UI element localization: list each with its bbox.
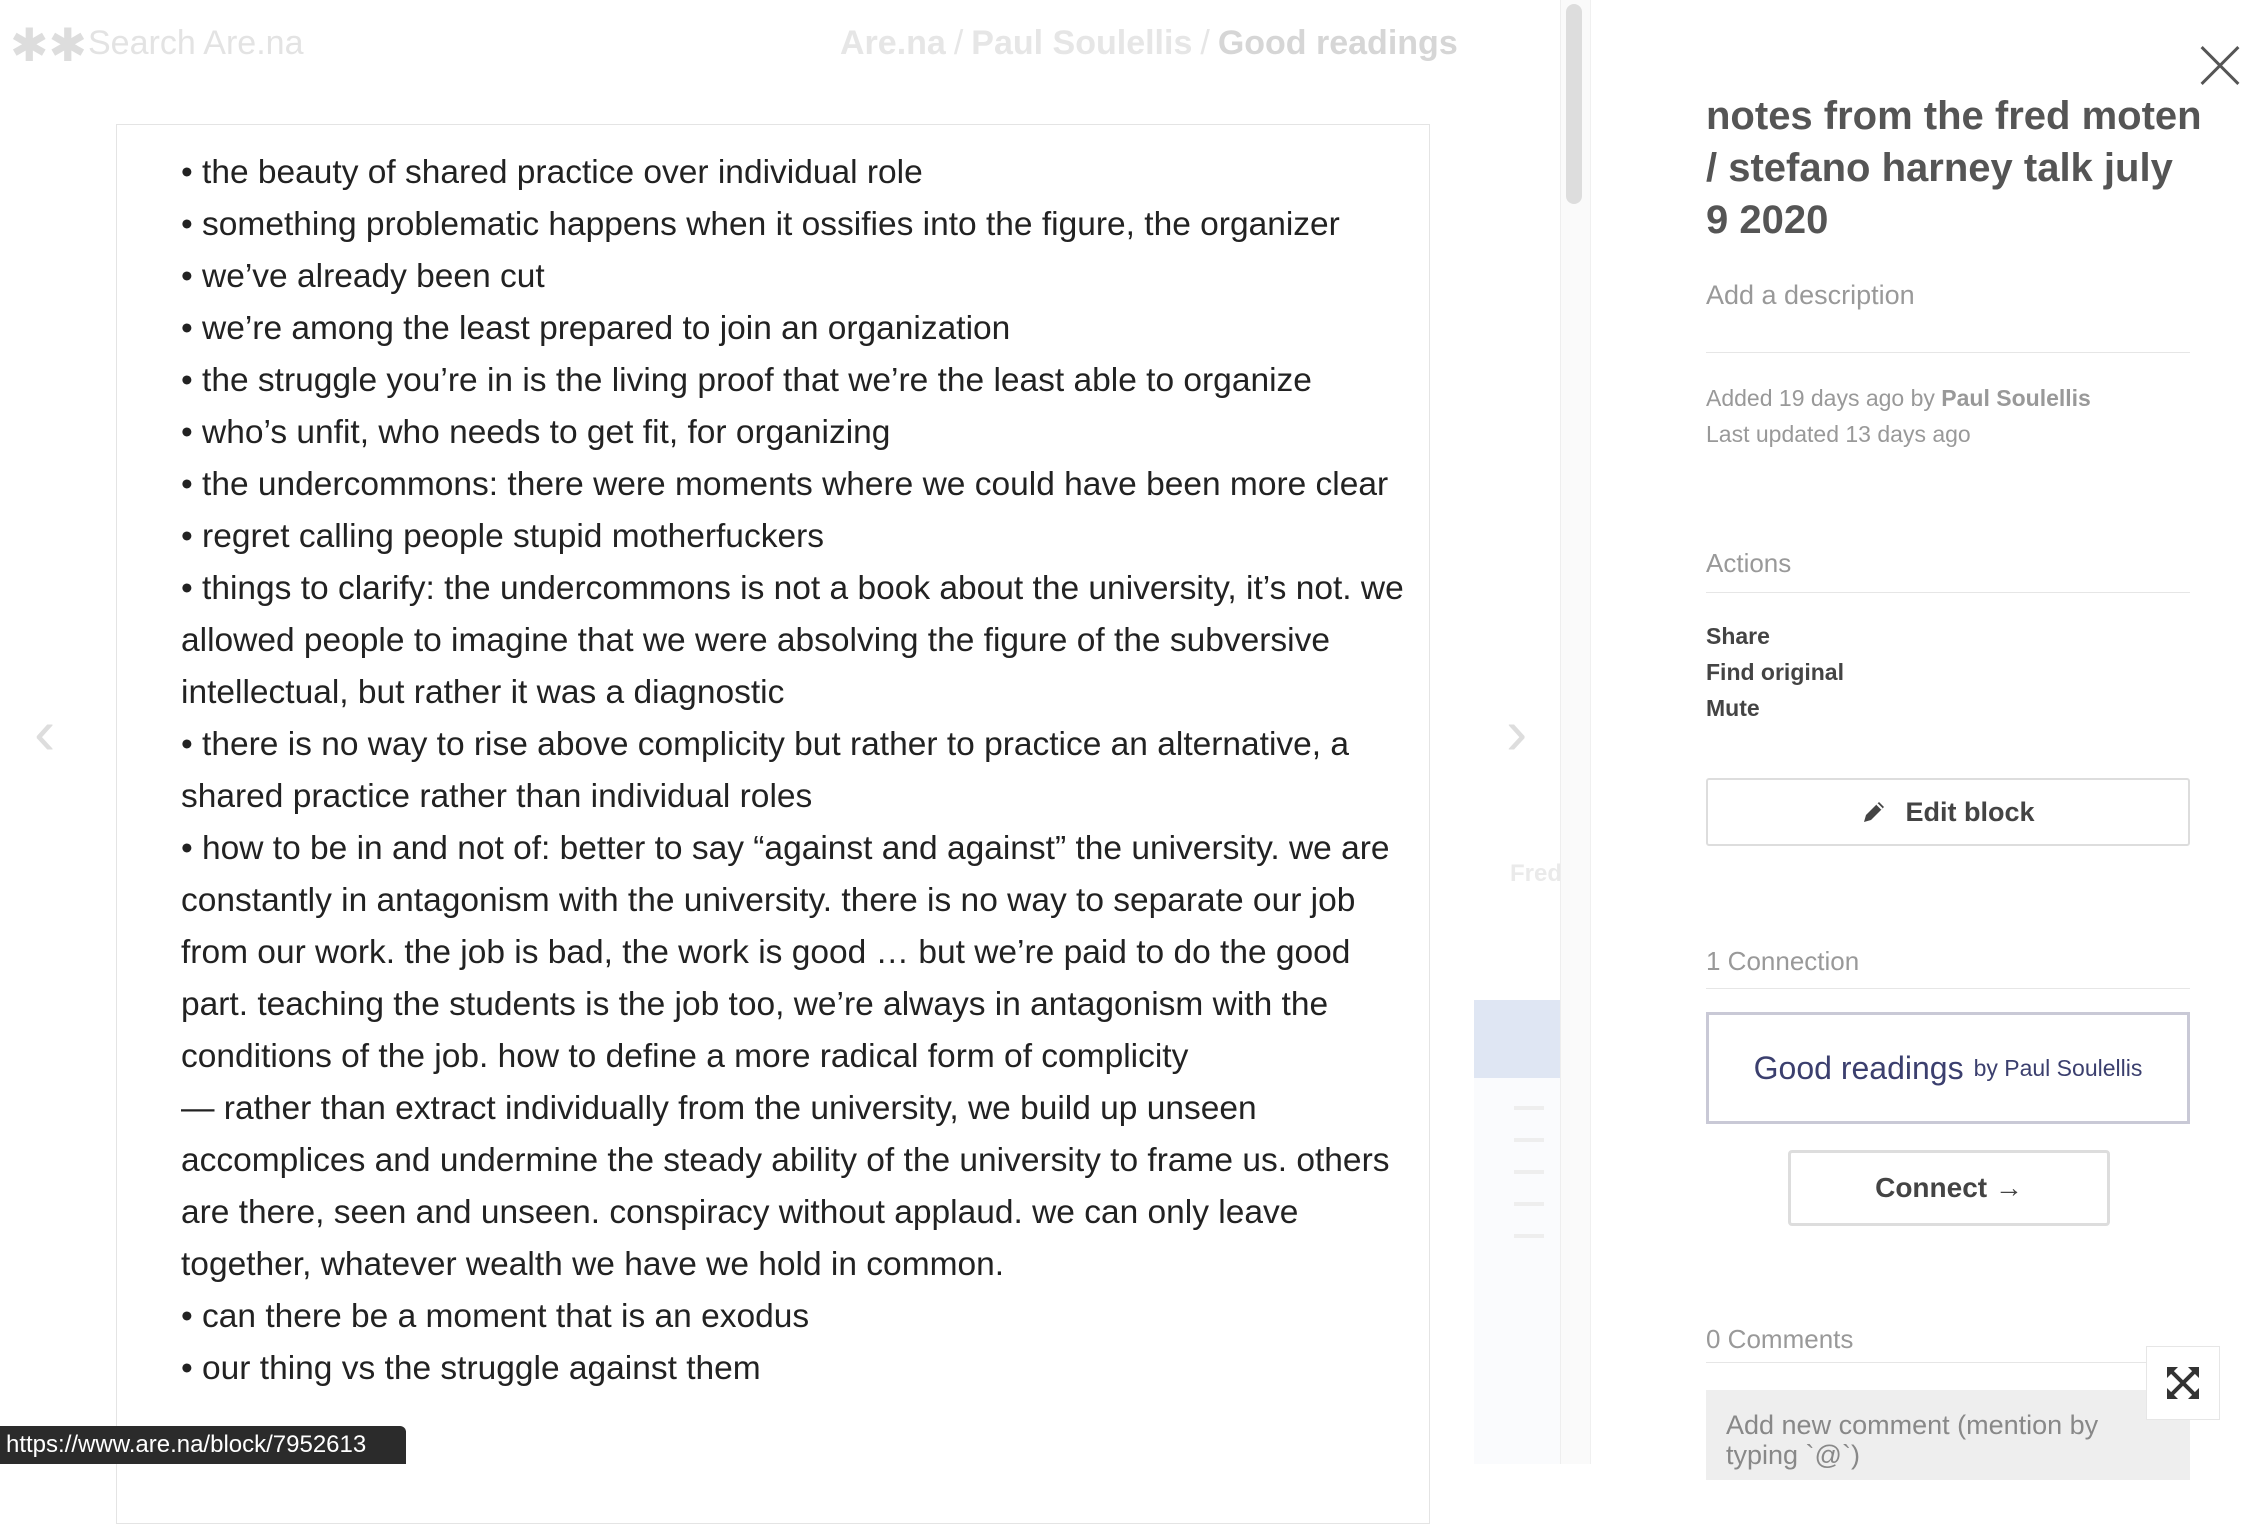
breadcrumb-separator: / <box>953 24 964 62</box>
text-line: — rather than extract individually from … <box>181 1090 1390 1283</box>
connection-channel-title: Good readings <box>1753 1049 1964 1086</box>
edit-block-button[interactable]: Edit block <box>1706 778 2190 846</box>
text-block-card: • the beauty of shared practice over ind… <box>116 124 1430 1524</box>
text-line: • there is no way to rise above complici… <box>181 726 1350 815</box>
text-line: • something problematic happens when it … <box>181 206 1340 243</box>
text-line: • the beauty of shared practice over ind… <box>181 154 923 191</box>
block-metadata: Added 19 days ago by Paul Soulellis Last… <box>1706 380 2091 452</box>
added-by-link[interactable]: Paul Soulellis <box>1941 385 2091 411</box>
actions-heading: Actions <box>1706 548 1792 578</box>
updated-info: Last updated 13 days ago <box>1706 421 1971 447</box>
search-input[interactable]: Search Are.na <box>88 24 303 63</box>
actions-list: Share Find original Mute <box>1706 618 1844 726</box>
close-icon[interactable] <box>2198 44 2242 88</box>
text-line: • can there be a moment that is an exodu… <box>181 1298 810 1335</box>
description-field[interactable]: Add a description <box>1706 280 1915 311</box>
expand-icon <box>2167 1367 2199 1399</box>
edit-block-label: Edit block <box>1905 796 2035 827</box>
scrollbar-track[interactable] <box>1560 0 1591 1464</box>
divider <box>1706 988 2190 989</box>
added-info: Added 19 days ago by Paul Soulellis <box>1706 380 2091 416</box>
expand-button[interactable] <box>2146 1346 2220 1420</box>
breadcrumb-item-user[interactable]: Paul Soulellis <box>971 24 1192 62</box>
text-line: • regret calling people stupid motherfuc… <box>181 518 824 555</box>
text-line: • the undercommons: there were moments w… <box>181 466 1389 503</box>
find-original-action[interactable]: Find original <box>1706 654 1844 690</box>
text-line: • how to be in and not of: better to say… <box>181 830 1390 1075</box>
divider <box>1706 352 2190 353</box>
text-line: • our thing vs the struggle against them <box>181 1350 761 1387</box>
text-line: • the struggle you’re in is the living p… <box>181 362 1312 399</box>
connections-heading: 1 Connection <box>1706 946 1860 976</box>
block-viewer: • the beauty of shared practice over ind… <box>0 90 1560 1524</box>
mute-action[interactable]: Mute <box>1706 690 1844 726</box>
breadcrumb-item-arena[interactable]: Are.na <box>840 24 946 62</box>
text-line: • we’re among the least prepared to join… <box>181 310 1011 347</box>
comment-input[interactable]: Add new comment (mention by typing `@`) <box>1706 1390 2190 1480</box>
text-line: • who’s unfit, who needs to get fit, for… <box>181 414 891 451</box>
connect-button[interactable]: Connect → <box>1788 1150 2110 1226</box>
breadcrumb-separator: / <box>1200 24 1210 62</box>
scrollbar-thumb[interactable] <box>1566 4 1582 204</box>
connection-card[interactable]: Good readings by Paul Soulellis <box>1706 1012 2190 1124</box>
text-line: • things to clarify: the undercommons is… <box>181 570 1404 711</box>
added-text: Added 19 days ago by <box>1706 385 1935 411</box>
breadcrumb-item-channel[interactable]: Good readings <box>1218 24 1458 62</box>
pencil-icon <box>1864 802 1885 822</box>
text-block-content: • the beauty of shared practice over ind… <box>181 147 1421 1395</box>
comments-heading: 0 Comments <box>1706 1324 1854 1354</box>
divider <box>1706 1362 2190 1363</box>
status-bar-url: https://www.are.na/block/7952613 <box>0 1426 406 1464</box>
share-action[interactable]: Share <box>1706 618 1844 654</box>
connection-owner: by Paul Soulellis <box>1973 1054 2143 1081</box>
arena-logo-icon[interactable]: ✱✱ <box>10 22 87 68</box>
divider <box>1706 592 2190 593</box>
block-title[interactable]: notes from the fred moten / stefano harn… <box>1706 90 2206 246</box>
text-line: • we’ve already been cut <box>181 258 545 295</box>
chevron-left-icon[interactable]: ‹ <box>34 700 55 764</box>
background-header: ✱✱ Search Are.na Are.na / Paul Soulellis / G… <box>0 0 1560 90</box>
breadcrumb: Are.na / Paul Soulellis / Good readings <box>840 24 1458 63</box>
